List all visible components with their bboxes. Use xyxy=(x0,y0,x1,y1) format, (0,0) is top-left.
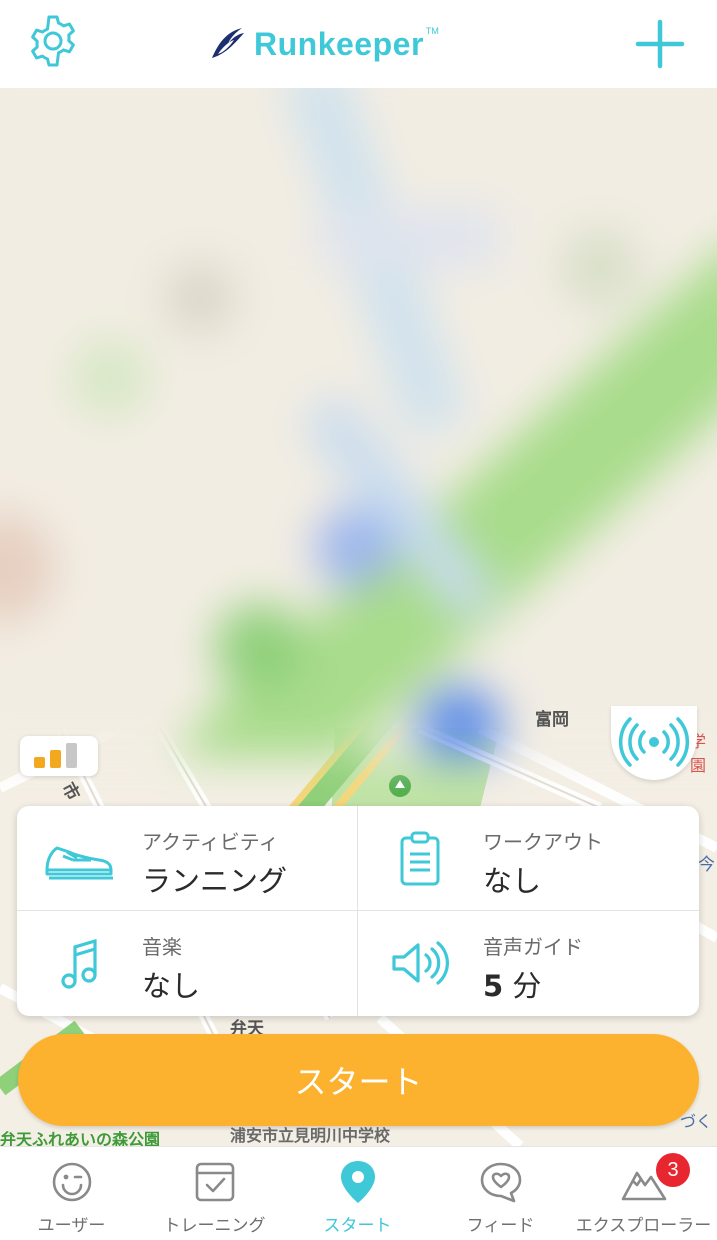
map-label-now: 今 xyxy=(698,855,715,875)
map-pin-icon xyxy=(340,1161,375,1203)
plus-icon[interactable] xyxy=(632,16,688,72)
activity-settings-card: アクティビティ ランニング ワークアウト なし 音楽 なし 音声ガイド 5 分 xyxy=(17,806,699,1016)
music-option[interactable]: 音楽 なし xyxy=(17,911,358,1016)
activity-label: アクティビティ xyxy=(142,830,279,854)
speaker-icon xyxy=(392,941,449,985)
shoe-icon xyxy=(45,846,113,880)
audio-cues-label: 音声ガイド xyxy=(483,935,583,959)
brand-logo: Runkeeper TM xyxy=(208,20,439,68)
runkeeper-mark-icon xyxy=(212,28,244,58)
audio-cues-value: 5 分 xyxy=(483,963,541,1005)
map-label-tomioka: 富岡 xyxy=(535,710,569,730)
trademark: TM xyxy=(425,26,439,36)
tab-feed-label: フィード xyxy=(466,1216,535,1236)
start-button[interactable]: スタート xyxy=(18,1034,699,1126)
notification-badge: 3 xyxy=(656,1153,690,1187)
tab-start[interactable]: スタート xyxy=(286,1147,429,1240)
live-broadcast-button[interactable] xyxy=(611,706,697,780)
activity-type-option[interactable]: アクティビティ ランニング xyxy=(17,806,358,911)
workout-label: ワークアウト xyxy=(483,830,603,854)
smiley-icon xyxy=(52,1162,91,1202)
tab-start-label: スタート xyxy=(323,1216,392,1236)
audio-cues-unit: 分 xyxy=(512,969,542,1003)
gps-signal-button[interactable] xyxy=(20,736,98,776)
tab-user-label: ユーザー xyxy=(37,1216,106,1236)
bottom-tab-bar: ユーザー トレーニング スタート フィード エクスプローラー 3 xyxy=(0,1146,717,1240)
tab-explore-label: エクスプローラー xyxy=(575,1216,712,1236)
calendar-check-icon xyxy=(195,1162,234,1202)
workout-value: なし xyxy=(483,864,542,898)
music-value: なし xyxy=(142,969,201,1003)
broadcast-icon xyxy=(618,717,690,767)
music-label: 音楽 xyxy=(142,935,182,959)
chat-heart-icon xyxy=(480,1162,521,1203)
workout-option[interactable]: ワークアウト なし xyxy=(358,806,699,911)
tab-training[interactable]: トレーニング xyxy=(143,1147,286,1240)
tab-training-label: トレーニング xyxy=(163,1216,266,1236)
tab-explore[interactable]: エクスプローラー 3 xyxy=(572,1147,715,1240)
gear-icon[interactable] xyxy=(24,12,82,70)
audio-cues-option[interactable]: 音声ガイド 5 分 xyxy=(358,911,699,1016)
top-bar: Runkeeper TM xyxy=(0,0,717,88)
clipboard-icon xyxy=(400,831,440,886)
audio-cues-number: 5 xyxy=(483,969,504,1003)
signal-strength-icon xyxy=(34,743,77,768)
tab-feed[interactable]: フィード xyxy=(429,1147,572,1240)
music-note-icon xyxy=(61,938,97,989)
activity-value: ランニング xyxy=(142,864,288,898)
map-blur-overlay xyxy=(0,88,717,758)
tab-user[interactable]: ユーザー xyxy=(0,1147,143,1240)
map-label-park: 弁天ふれあいの森公園 xyxy=(0,1130,161,1146)
brand-name: Runkeeper xyxy=(254,25,424,62)
